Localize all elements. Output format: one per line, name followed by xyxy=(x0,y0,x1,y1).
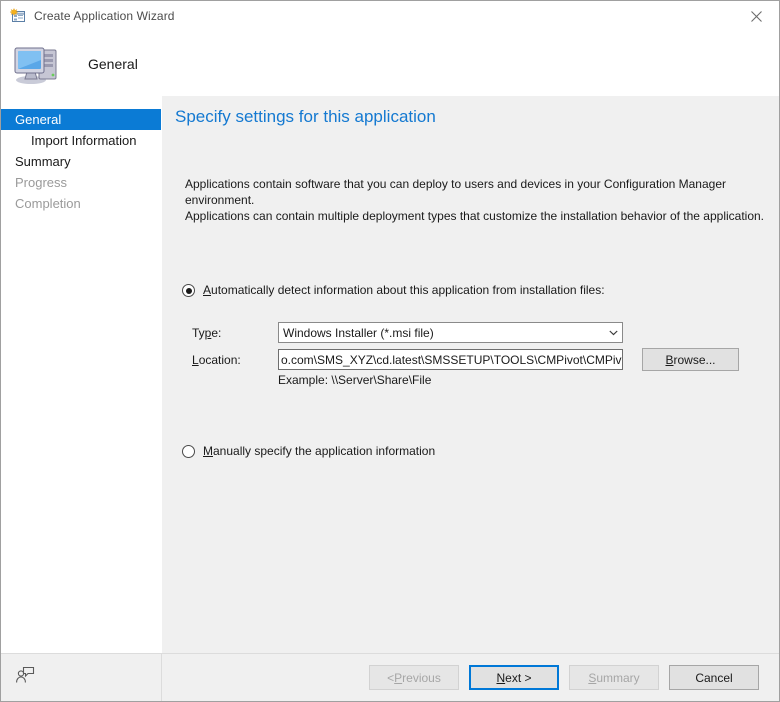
manual-specify-label-text: anually specify the application informat… xyxy=(213,444,436,458)
type-dropdown[interactable]: Windows Installer (*.msi file) xyxy=(278,322,623,343)
create-application-wizard-window: Create Application Wizard General Genera… xyxy=(0,0,780,702)
auto-detect-radio-row[interactable]: Automatically detect information about t… xyxy=(182,283,605,297)
description-line-2: Applications can contain multiple deploy… xyxy=(185,209,765,223)
type-label-post: e: xyxy=(211,325,222,340)
manual-specify-accelerator: M xyxy=(203,444,213,458)
previous-label-text: revious xyxy=(402,670,441,685)
type-field-row: Type: Windows Installer (*.msi file) xyxy=(192,322,623,343)
computer-icon xyxy=(13,42,61,86)
footer-left-area xyxy=(1,654,162,701)
auto-detect-label-text: utomatically detect information about th… xyxy=(211,283,605,297)
close-icon[interactable] xyxy=(734,1,779,31)
summary-label-text: ummary xyxy=(596,670,640,685)
sidebar-item-progress: Progress xyxy=(15,175,68,190)
browse-button[interactable]: Browse... xyxy=(642,348,739,371)
wizard-header: General xyxy=(1,31,779,96)
auto-detect-radio-button[interactable] xyxy=(182,284,195,297)
wizard-footer: < Previous Next > Summary Cancel xyxy=(1,653,779,701)
chevron-down-icon[interactable] xyxy=(605,323,622,342)
page-description: Applications contain software that you c… xyxy=(185,176,765,224)
window-title: Create Application Wizard xyxy=(34,9,175,23)
auto-detect-radio-label: Automatically detect information about t… xyxy=(203,283,605,297)
manual-specify-radio-button[interactable] xyxy=(182,445,195,458)
type-label-pre: Ty xyxy=(192,325,205,340)
type-label: Type: xyxy=(192,326,278,340)
browse-accelerator: B xyxy=(665,352,674,367)
sidebar-item-import-information[interactable]: Import Information xyxy=(1,130,161,151)
sidebar-item-general[interactable]: General xyxy=(1,109,161,130)
header-title: General xyxy=(88,55,138,72)
wizard-step-list: General Import Information Summary Progr… xyxy=(1,96,162,653)
sidebar-item-summary[interactable]: Summary xyxy=(1,151,161,172)
description-line-1: Applications contain software that you c… xyxy=(185,177,726,207)
sidebar-item-completion: Completion xyxy=(15,196,81,211)
previous-pre: < xyxy=(387,670,395,685)
next-label-text: ext > xyxy=(505,670,532,685)
feedback-person-icon[interactable] xyxy=(15,666,35,689)
previous-button: < Previous xyxy=(369,665,459,690)
next-button[interactable]: Next > xyxy=(469,665,559,690)
cancel-label-text: Cancel xyxy=(695,670,733,685)
type-dropdown-value: Windows Installer (*.msi file) xyxy=(283,325,434,340)
auto-detect-accelerator: A xyxy=(203,283,212,297)
manual-specify-radio-label: Manually specify the application informa… xyxy=(203,444,435,458)
footer-buttons: < Previous Next > Summary Cancel xyxy=(162,665,779,690)
next-accelerator: N xyxy=(496,670,506,685)
manual-specify-radio-row[interactable]: Manually specify the application informa… xyxy=(182,444,435,458)
wizard-body: General Import Information Summary Progr… xyxy=(1,96,779,653)
location-label-accelerator: L xyxy=(192,352,199,367)
content-area: Specify settings for this application Ap… xyxy=(168,96,779,653)
location-field-row: Location: o.com\SMS_XYZ\cd.latest\SMSSET… xyxy=(192,348,739,371)
location-input[interactable]: o.com\SMS_XYZ\cd.latest\SMSSETUP\TOOLS\C… xyxy=(278,349,623,370)
summary-button: Summary xyxy=(569,665,659,690)
summary-accelerator: S xyxy=(588,670,597,685)
location-input-value: o.com\SMS_XYZ\cd.latest\SMSSETUP\TOOLS\C… xyxy=(281,352,623,367)
content-panel: Specify settings for this application Ap… xyxy=(162,96,779,653)
titlebar: Create Application Wizard xyxy=(1,1,779,31)
location-hint: Example: \\Server\Share\File xyxy=(278,373,432,387)
page-title: Specify settings for this application xyxy=(175,107,436,126)
cancel-button[interactable]: Cancel xyxy=(669,665,759,690)
browse-label-text: rowse... xyxy=(673,352,716,367)
new-application-icon xyxy=(9,8,26,24)
previous-accelerator: P xyxy=(394,670,403,685)
location-label: Location: xyxy=(192,353,278,367)
location-label-text: ocation: xyxy=(198,352,241,367)
